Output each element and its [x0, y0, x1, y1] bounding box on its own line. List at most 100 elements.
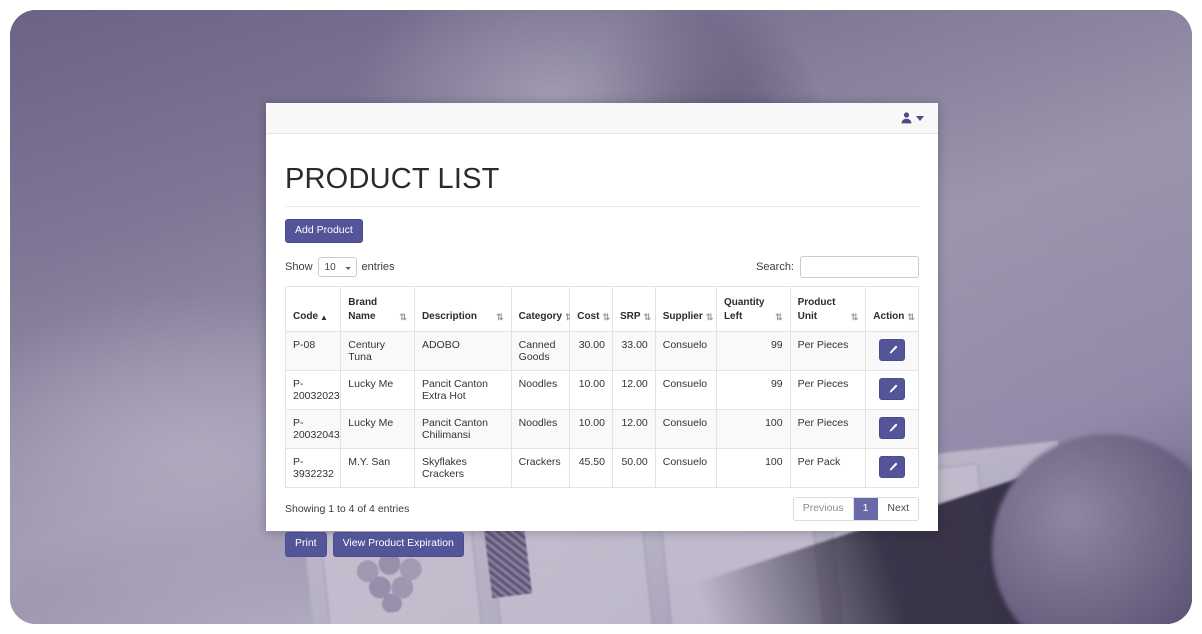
search-control: Search:: [756, 256, 919, 279]
cell-category: Canned Goods: [510, 331, 571, 372]
cell-supplier: Consuelo: [654, 448, 717, 489]
cell-brand-name: Century Tuna: [340, 331, 415, 372]
sort-ascending-icon: ▲: [320, 313, 328, 323]
cell-product-unit: Per Pieces: [789, 331, 867, 372]
view-product-expiration-button[interactable]: View Product Expiration: [332, 532, 464, 557]
cell-category: Crackers: [510, 448, 571, 489]
column-label: Product Unit: [797, 297, 836, 322]
edit-pencil-icon: [887, 423, 898, 434]
cell-cost: 45.50: [569, 448, 613, 489]
edit-row-button[interactable]: [879, 339, 906, 362]
column-label: Brand Name: [348, 297, 378, 322]
cell-supplier: Consuelo: [654, 409, 717, 450]
cell-action: [865, 331, 919, 372]
table-header-category[interactable]: Category⇅: [510, 286, 573, 333]
table-header-supplier[interactable]: Supplier ⇅: [654, 286, 717, 333]
table-row: P-20032043 Lucky Me Pancit Canton Chiliman…: [284, 409, 919, 450]
cell-quantity-left: 99: [715, 370, 791, 411]
table-body: P-08 Century Tuna ADOBO Canned Goods 30.00 33…: [284, 331, 919, 489]
cell-product-unit: Per Pack: [789, 448, 867, 489]
sort-both-icon: ⇅: [643, 312, 652, 323]
table-row: P-08 Century Tuna ADOBO Canned Goods 30.00 33…: [284, 331, 919, 372]
sort-both-icon: ⇅: [850, 312, 859, 323]
column-label: Cost: [577, 310, 600, 322]
edit-row-button[interactable]: [879, 456, 906, 479]
sort-both-icon: ⇅: [907, 312, 915, 323]
edit-pencil-icon: [887, 345, 898, 356]
cell-code: P-20032023: [284, 370, 342, 411]
pagination-page-1[interactable]: 1: [853, 498, 879, 521]
column-label: Quantity Left: [723, 297, 765, 322]
cell-supplier: Consuelo: [654, 331, 717, 372]
column-label: Category: [518, 310, 563, 322]
cell-code: P-20032043: [284, 409, 342, 450]
page-title: PRODUCT LIST: [285, 163, 500, 195]
table-row: P-3932232 M.Y. San Skyflakes Crackers Crack…: [284, 448, 919, 489]
edit-row-button[interactable]: [879, 378, 906, 401]
column-label: Code: [293, 310, 318, 322]
entries-info: Showing 1 to 4 of 4 entries: [285, 503, 410, 516]
user-menu-dropdown[interactable]: [901, 112, 924, 124]
cell-srp: 50.00: [611, 448, 656, 489]
print-button[interactable]: Print: [285, 532, 327, 557]
sort-both-icon: ⇅: [705, 312, 714, 323]
table-header-cost[interactable]: Cost ⇅: [569, 286, 613, 333]
table-header-action[interactable]: Action ⇅: [865, 286, 919, 333]
search-label: Search:: [756, 261, 794, 274]
datatable-controls: Show 102550100 entries Search:: [285, 256, 919, 279]
sort-both-icon: ⇅: [602, 312, 610, 323]
chevron-down-icon: [916, 115, 924, 121]
cell-brand-name: Lucky Me: [340, 409, 415, 450]
table-header-quantity-left[interactable]: Quantity Left ⇅: [715, 286, 791, 333]
cell-cost: 10.00: [569, 370, 613, 411]
cell-action: [865, 409, 919, 450]
sort-both-icon: ⇅: [496, 312, 504, 323]
cell-product-unit: Per Pieces: [789, 370, 867, 411]
browser-viewport: PRODUCT LIST Add Product Show 102550100 …: [10, 10, 1192, 624]
pagination-previous[interactable]: Previous: [793, 498, 854, 521]
page-length-select[interactable]: 102550100: [317, 257, 357, 278]
top-navbar: [266, 103, 938, 134]
column-label: Supplier: [662, 310, 703, 322]
edit-pencil-icon: [887, 384, 898, 395]
cell-brand-name: Lucky Me: [340, 370, 415, 411]
datatable-footer: Showing 1 to 4 of 4 entries Previous 1 N…: [285, 497, 919, 522]
column-label: Description: [421, 310, 477, 322]
cell-category: Noodles: [510, 370, 571, 411]
cell-srp: 33.00: [611, 331, 656, 372]
cell-description: Pancit Canton Extra Hot: [413, 370, 512, 411]
product-table: Code▲Brand Name⇅Description⇅Category⇅Cos…: [284, 286, 919, 489]
table-header-product-unit[interactable]: Product Unit ⇅: [789, 286, 867, 333]
pagination-next[interactable]: Next: [878, 498, 918, 521]
edit-row-button[interactable]: [879, 417, 906, 440]
show-label: Show: [285, 261, 313, 274]
cell-description: ADOBO: [413, 331, 512, 372]
cell-cost: 30.00: [569, 331, 613, 372]
cell-srp: 12.00: [611, 409, 656, 450]
table-header-code[interactable]: Code ▲: [284, 286, 342, 333]
cell-quantity-left: 99: [715, 331, 791, 372]
table-header-brand-name[interactable]: Brand Name ⇅: [340, 286, 415, 333]
cell-quantity-left: 100: [715, 409, 791, 450]
table-header-description[interactable]: Description ⇅: [413, 286, 512, 333]
table-header-row: Code▲Brand Name⇅Description⇅Category⇅Cos…: [284, 286, 919, 333]
entries-label: entries: [361, 261, 395, 274]
cell-code: P-3932232: [284, 448, 342, 489]
cell-action: [865, 370, 919, 411]
cell-product-unit: Per Pieces: [789, 409, 867, 450]
footer-actions: Print View Product Expiration: [285, 532, 919, 557]
cell-description: Skyflakes Crackers: [413, 448, 512, 489]
cell-quantity-left: 100: [715, 448, 791, 489]
sort-both-icon: ⇅: [399, 312, 407, 323]
entries-length-control: Show 102550100 entries: [285, 257, 395, 278]
product-list-window: PRODUCT LIST Add Product Show 102550100 …: [266, 103, 938, 557]
table-header-srp[interactable]: SRP ⇅: [611, 286, 656, 333]
column-label: SRP: [619, 310, 641, 322]
cell-brand-name: M.Y. San: [340, 448, 415, 489]
add-product-button[interactable]: Add Product: [285, 218, 363, 244]
cell-description: Pancit Canton Chilimansi: [413, 409, 512, 450]
cell-action: [865, 448, 919, 489]
column-label: Action: [873, 310, 905, 322]
cell-cost: 10.00: [569, 409, 613, 450]
search-input[interactable]: [800, 256, 919, 279]
